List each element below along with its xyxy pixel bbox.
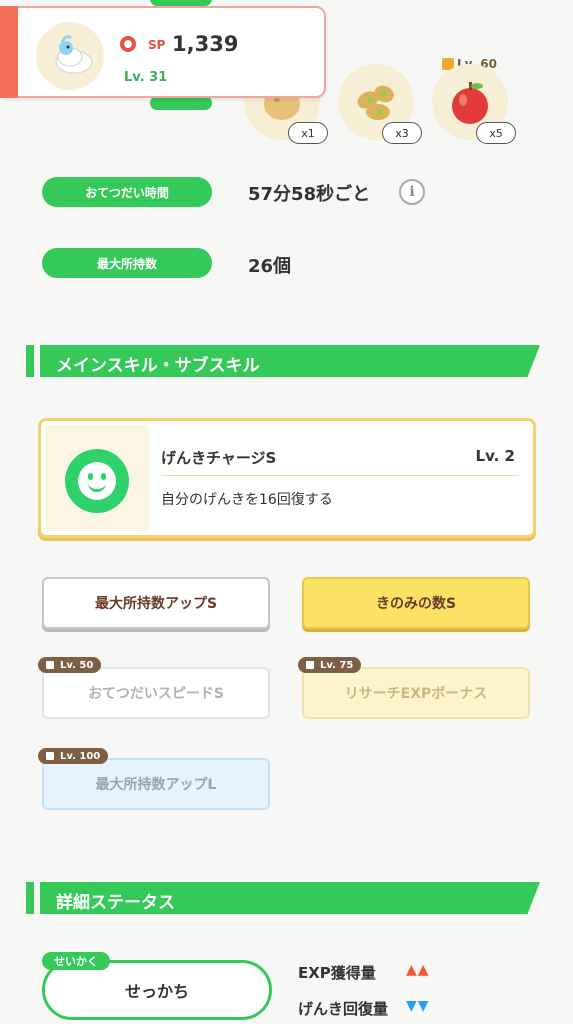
- sp-icon: [120, 36, 136, 52]
- max-carry-value: 26個: [248, 256, 292, 277]
- hidden-label-pill: [150, 96, 212, 110]
- ingredient-qty: x5: [476, 122, 516, 144]
- sub-skill-max-carry-s[interactable]: 最大所持数アップS: [42, 577, 270, 629]
- section-title: 詳細ステータス: [56, 893, 175, 913]
- skill-icon-panel: [45, 425, 149, 531]
- nature-mod-label: EXP獲得量: [298, 964, 376, 982]
- sub-skill-help-speed-s[interactable]: おてつだいスピードS: [42, 667, 270, 719]
- sub-skill-max-carry-l[interactable]: 最大所持数アップL: [42, 758, 270, 810]
- ingredient-apple[interactable]: x5: [432, 64, 516, 144]
- energy-smile-icon: [65, 449, 129, 513]
- lock-icon: [46, 661, 54, 669]
- sub-skill-berry-count-s[interactable]: きのみの数S: [302, 577, 530, 629]
- skills-section-header: メインスキル・サブスキル: [26, 345, 540, 377]
- ingredient-qty: x1: [288, 122, 328, 144]
- main-skill-name: げんきチャージS: [161, 449, 277, 467]
- section-title: メインスキル・サブスキル: [56, 356, 260, 376]
- nature-tag: せいかく: [42, 952, 110, 970]
- help-time-value: 57分58秒ごと: [248, 184, 371, 205]
- pokemon-icon: [55, 35, 93, 74]
- main-skill-description: 自分のげんきを16回復する: [161, 492, 333, 508]
- sub-skill-research-exp-bonus[interactable]: リサーチEXPボーナス: [302, 667, 530, 719]
- main-skill-card[interactable]: げんきチャージS Lv. 2 自分のげんきを16回復する: [38, 418, 536, 538]
- ingredient-qty: x3: [382, 122, 422, 144]
- main-skill-level: Lv. 2: [475, 447, 515, 465]
- divider: [161, 475, 519, 476]
- header-bar: [26, 882, 34, 914]
- down-arrows-icon: ▼▼: [406, 998, 430, 1014]
- card-accent-stripe: [0, 6, 18, 98]
- detail-section-header: 詳細ステータス: [26, 882, 540, 914]
- pokemon-summary-card: SP 1,339 Lv. 31: [0, 6, 326, 98]
- lock-icon: [306, 661, 314, 669]
- info-icon[interactable]: i: [399, 179, 425, 205]
- nature-mod-label: げんき回復量: [298, 1000, 389, 1018]
- pokemon-level: Lv. 31: [124, 70, 168, 85]
- ingredient-soybeans[interactable]: x3: [338, 64, 422, 144]
- header-bar: [26, 345, 34, 377]
- lock-level-tag: Lv. 100: [38, 748, 109, 764]
- lock-level-tag: Lv. 75: [298, 657, 362, 673]
- lock-icon: [46, 752, 54, 760]
- sp-value: 1,339: [172, 32, 239, 56]
- lock-level-tag: Lv. 50: [38, 657, 102, 673]
- up-arrows-icon: ▲▲: [406, 962, 430, 978]
- help-time-label: おてつだい時間: [42, 177, 212, 207]
- sp-label: SP: [148, 38, 166, 52]
- pokemon-avatar: [36, 22, 104, 90]
- max-carry-label: 最大所持数: [42, 248, 212, 278]
